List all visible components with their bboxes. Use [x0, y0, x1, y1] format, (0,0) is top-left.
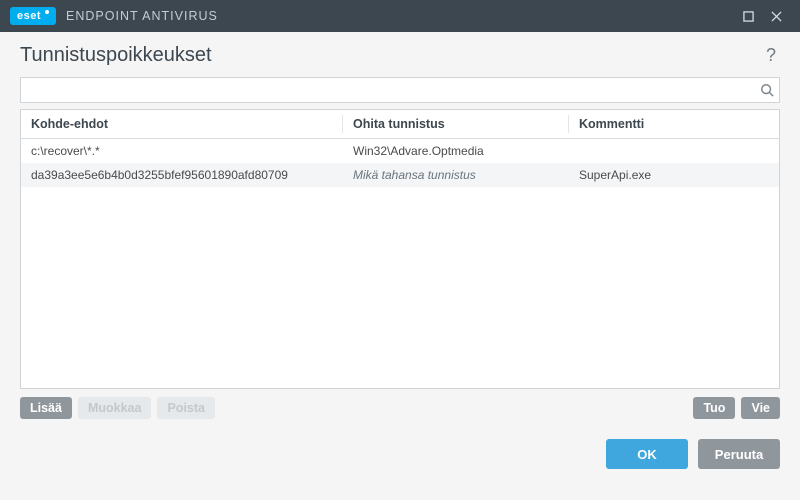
- col-header-detection[interactable]: Ohita tunnistus: [343, 110, 569, 138]
- page-title: Tunnistuspoikkeukset: [20, 44, 212, 67]
- brand-badge: eset: [10, 7, 56, 25]
- exclusions-table: Kohde-ehdot Ohita tunnistus Kommentti c:…: [20, 109, 780, 389]
- delete-button[interactable]: Poista: [157, 397, 215, 419]
- brand-badge-text: eset: [17, 10, 41, 22]
- titlebar: eset ENDPOINT ANTIVIRUS: [0, 0, 800, 32]
- table-body: c:\recover\*.* Win32\Advare.Optmedia da3…: [21, 139, 779, 388]
- search-input[interactable]: [20, 77, 780, 103]
- cell-comment: [569, 139, 779, 163]
- edit-button[interactable]: Muokkaa: [78, 397, 152, 419]
- import-button[interactable]: Tuo: [693, 397, 735, 419]
- cell-target: c:\recover\*.*: [21, 139, 343, 163]
- search-wrap: [20, 77, 780, 103]
- cell-detection: Mikä tahansa tunnistus: [343, 163, 569, 187]
- search-icon[interactable]: [760, 83, 774, 97]
- brand-text: ENDPOINT ANTIVIRUS: [66, 9, 218, 23]
- content: Kohde-ehdot Ohita tunnistus Kommentti c:…: [0, 77, 800, 389]
- cancel-button[interactable]: Peruuta: [698, 439, 780, 469]
- cell-target: da39a3ee5e6b4b0d3255bfef95601890afd80709: [21, 163, 343, 187]
- close-icon: [771, 11, 782, 22]
- brand-dot: [45, 10, 49, 14]
- add-button[interactable]: Lisää: [20, 397, 72, 419]
- header-row: Tunnistuspoikkeukset ?: [0, 32, 800, 77]
- minimize-button[interactable]: [734, 0, 762, 32]
- toolbar: Lisää Muokkaa Poista Tuo Vie: [0, 389, 800, 419]
- table-header: Kohde-ehdot Ohita tunnistus Kommentti: [21, 110, 779, 139]
- minimize-icon: [743, 11, 754, 22]
- cell-comment: SuperApi.exe: [569, 163, 779, 187]
- table-row[interactable]: da39a3ee5e6b4b0d3255bfef95601890afd80709…: [21, 163, 779, 187]
- col-header-comment[interactable]: Kommentti: [569, 110, 779, 138]
- table-row[interactable]: c:\recover\*.* Win32\Advare.Optmedia: [21, 139, 779, 163]
- col-header-target[interactable]: Kohde-ehdot: [21, 110, 343, 138]
- close-button[interactable]: [762, 0, 790, 32]
- cell-detection: Win32\Advare.Optmedia: [343, 139, 569, 163]
- export-button[interactable]: Vie: [741, 397, 780, 419]
- footer: OK Peruuta: [0, 419, 800, 489]
- ok-button[interactable]: OK: [606, 439, 688, 469]
- help-button[interactable]: ?: [762, 45, 780, 66]
